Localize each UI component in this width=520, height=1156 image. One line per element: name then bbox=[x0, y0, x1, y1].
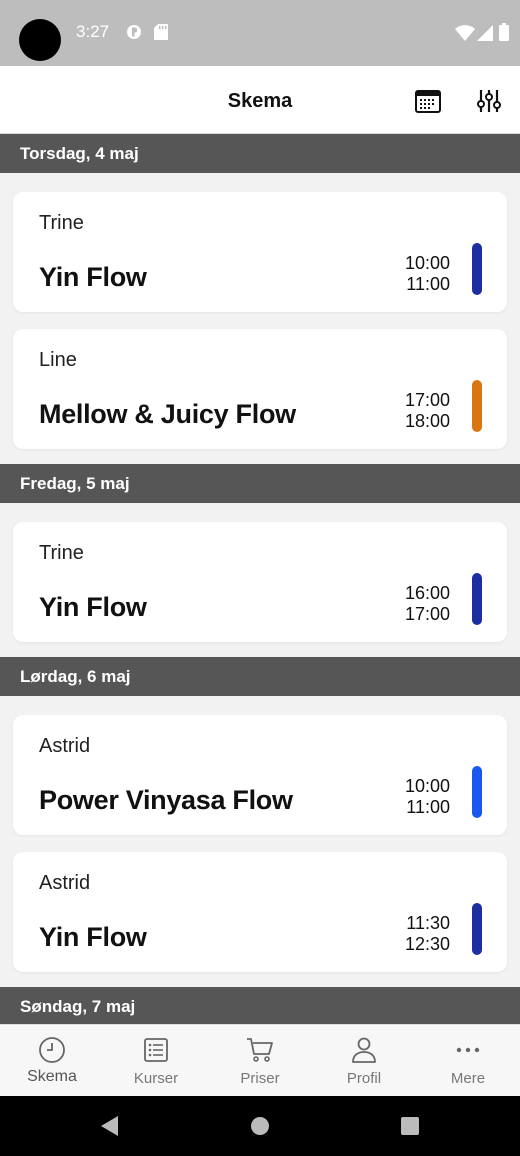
tab-label: Kurser bbox=[133, 1070, 179, 1087]
signal-icon bbox=[477, 25, 493, 46]
class-card[interactable]: Line Mellow & Juicy Flow 17:00 18:00 bbox=[13, 329, 507, 449]
filter-sliders-icon bbox=[477, 90, 501, 112]
class-name: Yin Flow bbox=[39, 592, 147, 622]
tab-mere[interactable]: Mere bbox=[416, 1025, 520, 1097]
class-card[interactable]: Astrid Yin Flow 11:30 12:30 bbox=[13, 852, 507, 972]
class-card[interactable]: Trine Yin Flow 10:00 11:00 bbox=[13, 192, 507, 312]
day-header: Fredag, 5 maj bbox=[0, 464, 520, 503]
bottom-tab-bar: Skema Kurser Priser Profil Mere bbox=[0, 1024, 520, 1096]
tab-label: Skema bbox=[27, 1068, 77, 1085]
class-card[interactable]: Trine Yin Flow 16:00 17:00 bbox=[13, 522, 507, 642]
status-time: 3:27 bbox=[76, 22, 110, 41]
calendar-icon bbox=[415, 90, 441, 113]
tab-label: Profil bbox=[346, 1070, 382, 1087]
start-time: 10:00 bbox=[404, 253, 450, 273]
tab-kurser[interactable]: Kurser bbox=[104, 1025, 208, 1097]
start-time: 16:00 bbox=[404, 583, 450, 603]
schedule-list[interactable]: Torsdag, 4 maj Trine Yin Flow 10:00 11:0… bbox=[0, 134, 520, 1024]
back-triangle-icon bbox=[101, 1116, 118, 1136]
class-color-bar bbox=[472, 380, 482, 432]
system-navigation-bar bbox=[0, 1096, 520, 1156]
teacher-name: Trine bbox=[39, 212, 84, 234]
start-time: 17:00 bbox=[404, 390, 450, 410]
teacher-name: Astrid bbox=[39, 735, 91, 757]
wifi-icon bbox=[455, 25, 475, 46]
tab-label: Mere bbox=[450, 1070, 486, 1087]
start-time: 11:30 bbox=[406, 913, 450, 933]
end-time: 18:00 bbox=[404, 411, 450, 431]
filter-button[interactable] bbox=[474, 86, 504, 116]
recents-square-icon bbox=[401, 1117, 419, 1135]
teacher-name: Trine bbox=[39, 542, 84, 564]
teacher-name: Line bbox=[39, 349, 77, 371]
end-time: 17:00 bbox=[404, 604, 450, 624]
recents-button[interactable] bbox=[398, 1114, 422, 1138]
home-circle-icon bbox=[251, 1117, 269, 1135]
class-name: Mellow & Juicy Flow bbox=[39, 399, 296, 429]
app-bar: Skema bbox=[0, 66, 520, 134]
tab-skema[interactable]: Skema bbox=[0, 1025, 104, 1097]
battery-icon bbox=[499, 23, 509, 46]
day-header: Lørdag, 6 maj bbox=[0, 657, 520, 696]
list-icon bbox=[144, 1038, 168, 1062]
class-color-bar bbox=[472, 573, 482, 625]
data-saver-icon bbox=[126, 24, 142, 45]
start-time: 10:00 bbox=[404, 776, 450, 796]
class-name: Yin Flow bbox=[39, 922, 147, 952]
day-header: Søndag, 7 maj bbox=[0, 987, 520, 1024]
cart-icon bbox=[247, 1038, 273, 1062]
calendar-button[interactable] bbox=[413, 86, 443, 116]
more-dots-icon bbox=[456, 1047, 480, 1053]
class-color-bar bbox=[472, 766, 482, 818]
tab-profil[interactable]: Profil bbox=[312, 1025, 416, 1097]
camera-cutout bbox=[19, 19, 61, 61]
status-bar: 3:27 bbox=[0, 0, 520, 66]
end-time: 11:00 bbox=[406, 274, 450, 294]
day-header: Torsdag, 4 maj bbox=[0, 134, 520, 173]
class-card[interactable]: Astrid Power Vinyasa Flow 10:00 11:00 bbox=[13, 715, 507, 835]
person-icon bbox=[352, 1037, 376, 1063]
end-time: 11:00 bbox=[406, 797, 450, 817]
back-button[interactable] bbox=[97, 1114, 121, 1138]
clock-icon bbox=[39, 1037, 65, 1063]
teacher-name: Astrid bbox=[39, 872, 91, 894]
tab-priser[interactable]: Priser bbox=[208, 1025, 312, 1097]
sd-card-icon bbox=[154, 24, 168, 45]
class-color-bar bbox=[472, 903, 482, 955]
end-time: 12:30 bbox=[404, 934, 450, 954]
class-color-bar bbox=[472, 243, 482, 295]
class-name: Power Vinyasa Flow bbox=[39, 785, 293, 815]
class-name: Yin Flow bbox=[39, 262, 147, 292]
tab-label: Priser bbox=[240, 1070, 280, 1087]
home-button[interactable] bbox=[248, 1114, 272, 1138]
